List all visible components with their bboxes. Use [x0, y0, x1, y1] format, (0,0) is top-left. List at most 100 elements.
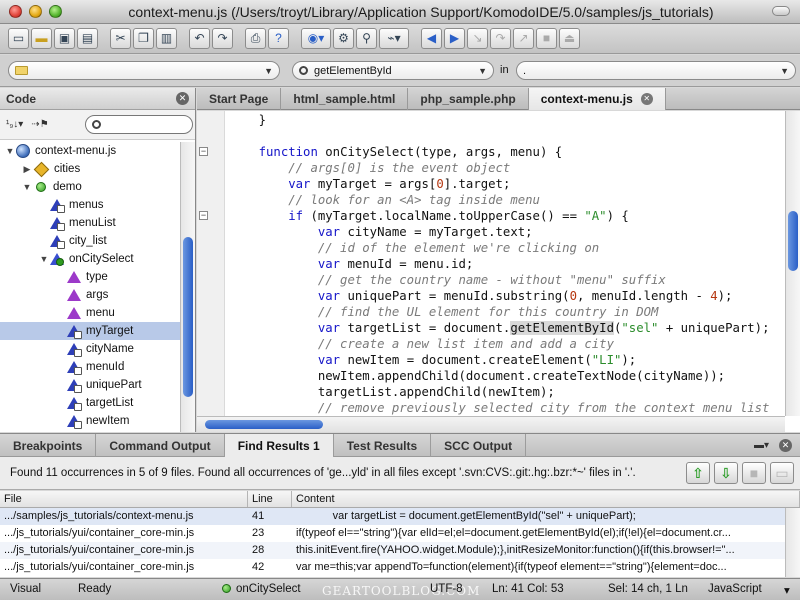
toolbar-toggle-button[interactable]: [772, 6, 790, 16]
bottom-pane-tab[interactable]: Command Output: [96, 434, 225, 457]
tree-item-oncityselect[interactable]: ▼ onCitySelect: [0, 250, 180, 268]
forward-icon[interactable]: ▶: [444, 28, 465, 49]
debug-icon[interactable]: ⚙: [333, 28, 354, 49]
step-out-icon[interactable]: ↗: [513, 28, 534, 49]
code-line[interactable]: function onCitySelect(type, args, menu) …: [229, 144, 785, 160]
status-symbol[interactable]: onCitySelect: [222, 583, 301, 595]
code-line[interactable]: var cityName = myTarget.text;: [229, 224, 785, 240]
tree-item-menulist[interactable]: menuList: [0, 214, 180, 232]
location-combo[interactable]: ▼: [8, 61, 280, 80]
tree-file-context-menu[interactable]: ▼ context-menu.js: [0, 142, 180, 160]
table-row[interactable]: .../samples/js_tutorials/context-menu.js…: [0, 508, 800, 525]
fold-toggle-icon[interactable]: −: [199, 211, 208, 220]
code-line[interactable]: }: [229, 112, 785, 128]
bottom-pane-close-icon[interactable]: ✕: [779, 438, 792, 452]
locate-icon[interactable]: ⇢⚑: [31, 119, 48, 130]
step-in-icon[interactable]: ↘: [467, 28, 488, 49]
open-folder-icon[interactable]: ▬: [31, 28, 52, 49]
undo-replace-button[interactable]: ▭: [770, 462, 794, 484]
editor-horizontal-scroll-thumb[interactable]: [205, 420, 323, 429]
code-line[interactable]: if (myTarget.localName.toUpperCase() == …: [229, 208, 785, 224]
status-encoding[interactable]: UTF-8: [430, 583, 463, 595]
disclosure-closed-icon[interactable]: ▶: [21, 164, 33, 175]
bottom-pane-tab[interactable]: Find Results 1: [224, 434, 334, 457]
new-file-icon[interactable]: ▭: [8, 28, 29, 49]
help-icon[interactable]: ?: [268, 28, 289, 49]
tree-item-cityname[interactable]: cityName: [0, 340, 180, 358]
table-row[interactable]: .../js_tutorials/yui/container_core-min.…: [0, 525, 800, 542]
tree-item-demo[interactable]: ▼ demo: [0, 178, 180, 196]
tree-item-menus[interactable]: menus: [0, 196, 180, 214]
code-line[interactable]: [229, 128, 785, 144]
save-icon[interactable]: ▣: [54, 28, 75, 49]
table-row[interactable]: .../js_tutorials/yui/container_core-min.…: [0, 542, 800, 559]
code-line[interactable]: // find the UL element for this country …: [229, 304, 785, 320]
stop-search-button[interactable]: ■: [742, 462, 766, 484]
macro-icon[interactable]: ⌁▾: [379, 28, 409, 49]
code-panel-close-icon[interactable]: ✕: [176, 92, 189, 105]
find-icon[interactable]: ⚲: [356, 28, 377, 49]
code-line[interactable]: var targetList = document.getElementById…: [229, 320, 785, 336]
next-result-button[interactable]: ⇩: [714, 462, 738, 484]
code-line[interactable]: var menuId = menu.id;: [229, 256, 785, 272]
tree-item-newitem[interactable]: newItem: [0, 412, 180, 430]
detach-icon[interactable]: ⏏: [559, 28, 580, 49]
code-line[interactable]: // get the country name - without "menu"…: [229, 272, 785, 288]
window-minimize-button[interactable]: [29, 5, 42, 18]
step-over-icon[interactable]: ↷: [490, 28, 511, 49]
code-line[interactable]: var uniquePart = menuId.substring(0, men…: [229, 288, 785, 304]
tree-item-menu[interactable]: menu: [0, 304, 180, 322]
code-line[interactable]: var newItem = document.createElement("LI…: [229, 352, 785, 368]
results-scrollbar[interactable]: [785, 508, 800, 577]
tree-item-type[interactable]: type: [0, 268, 180, 286]
paste-icon[interactable]: ▥: [156, 28, 177, 49]
editor-tab[interactable]: html_sample.html: [281, 88, 409, 110]
print-icon[interactable]: ⎙: [245, 28, 266, 49]
redo-icon[interactable]: ↷: [212, 28, 233, 49]
window-zoom-button[interactable]: [49, 5, 62, 18]
previous-result-button[interactable]: ⇧: [686, 462, 710, 484]
code-line[interactable]: // remove previously selected city from …: [229, 400, 785, 416]
column-header-line[interactable]: Line: [248, 491, 292, 507]
code-line[interactable]: // args[0] is the event object: [229, 160, 785, 176]
fold-toggle-icon[interactable]: −: [199, 147, 208, 156]
tree-item-cities[interactable]: ▶ cities: [0, 160, 180, 178]
column-header-file[interactable]: File: [0, 491, 248, 507]
code-tree-scrollbar[interactable]: [180, 142, 195, 432]
code-line[interactable]: targetList.appendChild(newItem);: [229, 384, 785, 400]
disclosure-open-icon[interactable]: ▼: [38, 254, 50, 264]
code-line[interactable]: var myTarget = args[0].target;: [229, 176, 785, 192]
chevron-down-icon[interactable]: ▼: [264, 66, 273, 76]
tree-item-uniquepart[interactable]: uniquePart: [0, 376, 180, 394]
search-scope-combo[interactable]: . ▼: [516, 61, 796, 80]
back-icon[interactable]: ◀: [421, 28, 442, 49]
undo-icon[interactable]: ↶: [189, 28, 210, 49]
tree-item-menuid[interactable]: menuId: [0, 358, 180, 376]
table-row[interactable]: .../js_tutorials/yui/container_core-min.…: [0, 559, 800, 576]
tree-item-args[interactable]: args: [0, 286, 180, 304]
copy-icon[interactable]: ❐: [133, 28, 154, 49]
code-line[interactable]: newItem.appendChild(document.createTextN…: [229, 368, 785, 384]
status-language[interactable]: JavaScript: [708, 583, 762, 595]
code-line[interactable]: // id of the element we're clicking on: [229, 240, 785, 256]
column-header-content[interactable]: Content: [292, 491, 800, 507]
pane-menu-icon[interactable]: ▬▾: [754, 440, 769, 451]
tree-item-city-list[interactable]: city_list: [0, 232, 180, 250]
stop-icon[interactable]: ■: [536, 28, 557, 49]
chevron-down-icon[interactable]: ▼: [780, 66, 789, 76]
cut-icon[interactable]: ✂: [110, 28, 131, 49]
sort-icon[interactable]: ¹₉↓▾: [6, 119, 23, 130]
chevron-down-icon[interactable]: ▼: [478, 66, 487, 76]
bottom-pane-tab[interactable]: Breakpoints: [0, 434, 97, 457]
tab-close-icon[interactable]: ✕: [640, 93, 653, 105]
code-tree-scroll-thumb[interactable]: [183, 237, 193, 397]
editor-tab[interactable]: context-menu.js ✕: [528, 88, 666, 110]
browser-preview-icon[interactable]: ◉▾: [301, 28, 331, 49]
disclosure-open-icon[interactable]: ▼: [4, 146, 16, 156]
code-line[interactable]: // create a new list item and add a city: [229, 336, 785, 352]
code-text[interactable]: } function onCitySelect(type, args, menu…: [229, 111, 785, 416]
code-line[interactable]: // look for an <A> tag inside menu: [229, 192, 785, 208]
save-all-icon[interactable]: ▤: [77, 28, 98, 49]
code-filter-input[interactable]: [84, 115, 193, 134]
editor-horizontal-scrollbar[interactable]: [197, 416, 785, 432]
